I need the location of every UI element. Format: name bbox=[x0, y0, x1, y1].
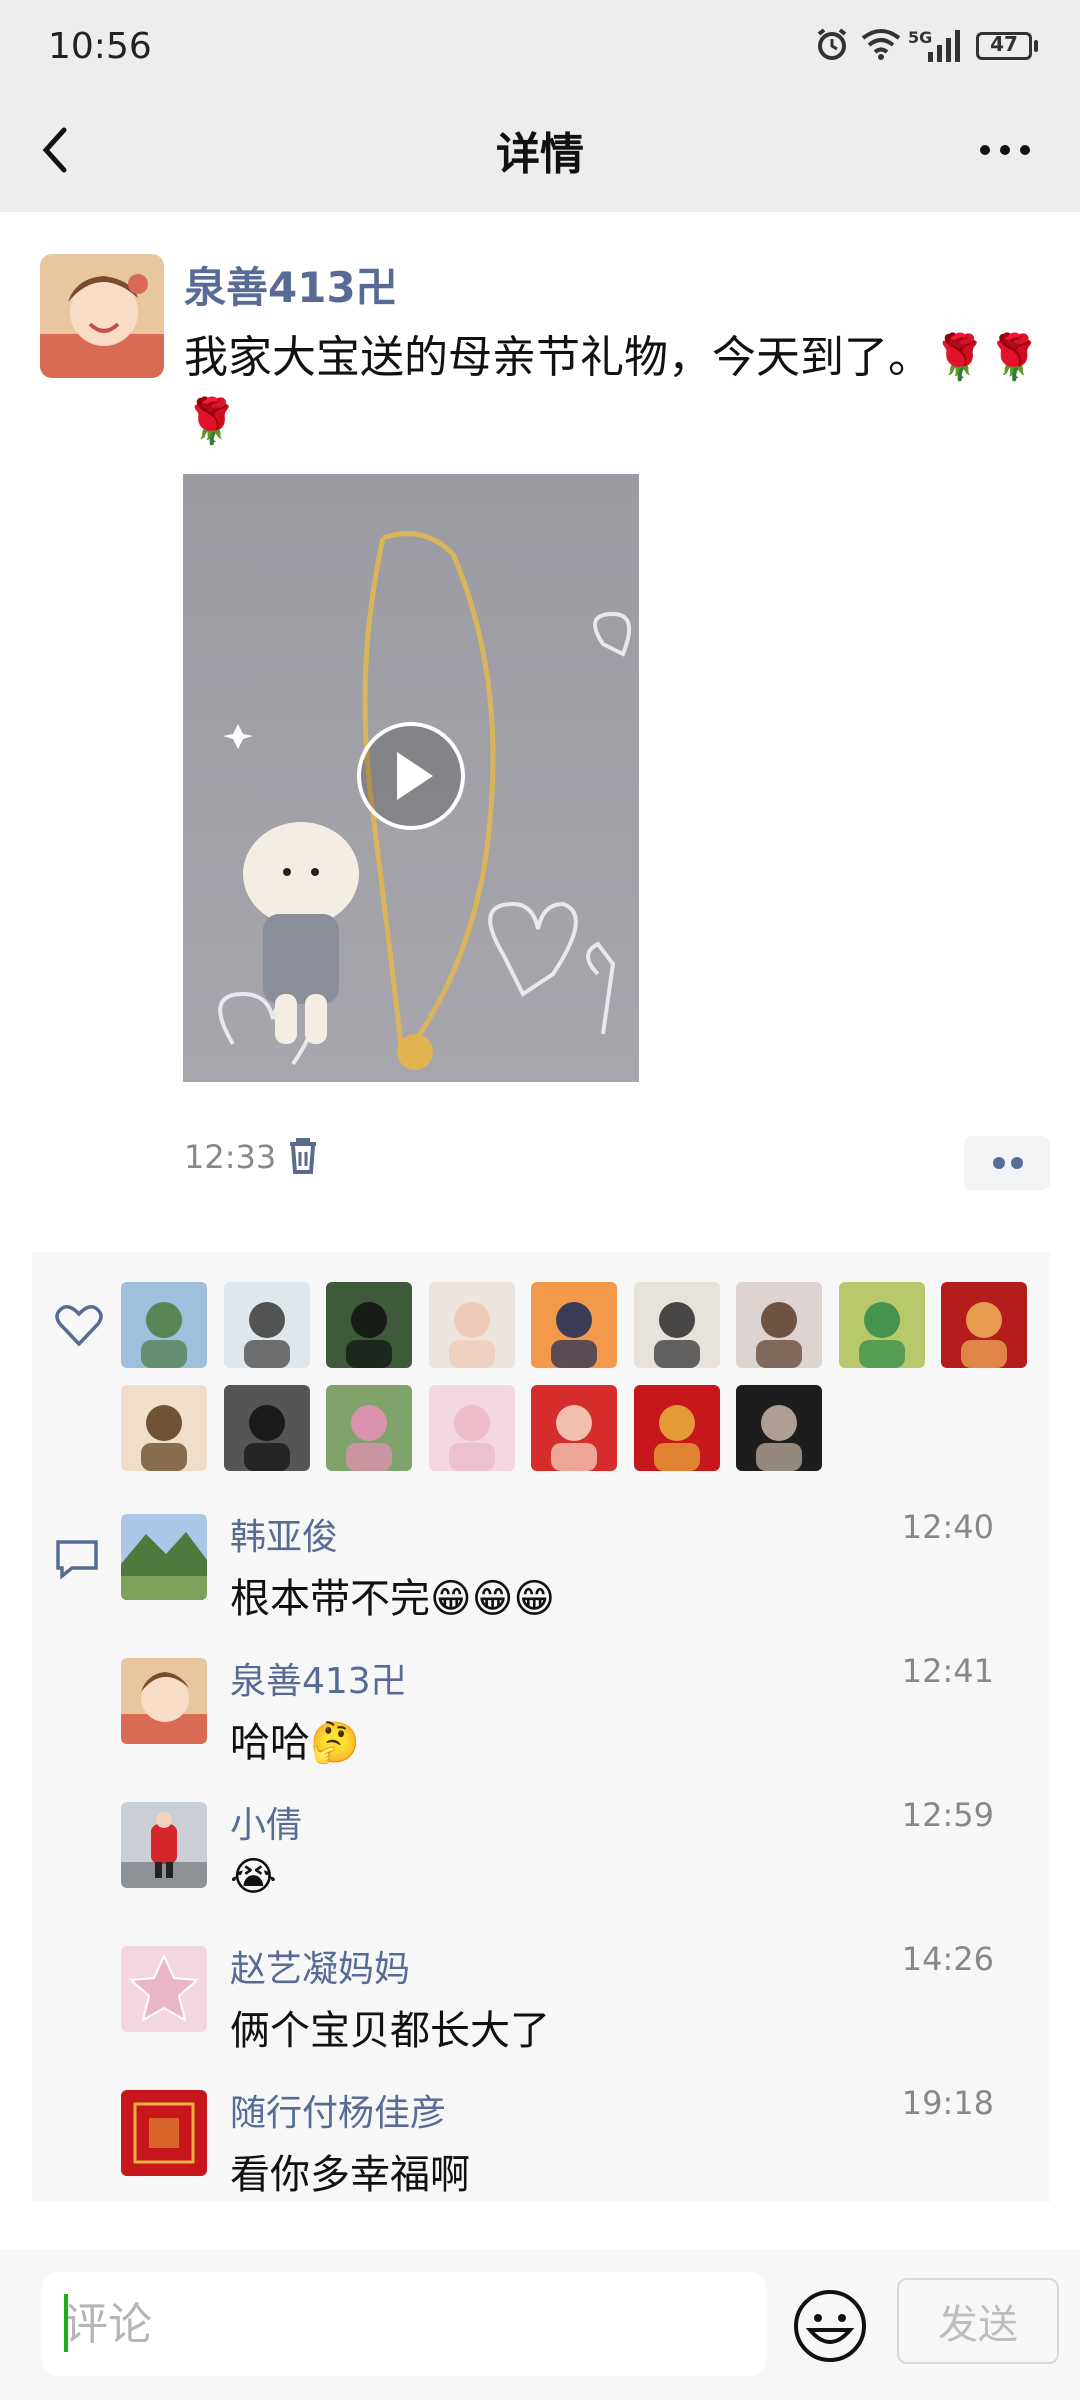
battery-tip bbox=[1034, 40, 1038, 52]
page-title: 详情 bbox=[496, 129, 584, 180]
comment-text: 看你多幸福啊 bbox=[230, 2152, 470, 2198]
comment-item[interactable]: 韩亚俊 12:40 根本带不完😁😁😁 bbox=[0, 1508, 1080, 1652]
commenter-name[interactable]: 泉善413卍 bbox=[230, 1652, 407, 1704]
comment-text: 😭 bbox=[230, 1854, 277, 1900]
comment-time: 12:40 bbox=[901, 1508, 994, 1546]
post-time: 12:33 bbox=[184, 1138, 277, 1176]
comment-text: 哈哈🤔 bbox=[230, 1720, 360, 1766]
more-options-icon[interactable] bbox=[970, 120, 1040, 180]
comment-time: 14:26 bbox=[901, 1940, 994, 1978]
liker-avatar[interactable] bbox=[633, 1385, 720, 1471]
liker-avatar[interactable] bbox=[736, 1282, 822, 1368]
commenter-name[interactable]: 随行付杨佳彦 bbox=[230, 2084, 446, 2136]
battery-icon: 47 bbox=[976, 32, 1032, 60]
liker-avatar[interactable] bbox=[326, 1282, 412, 1368]
comment-item[interactable]: 小倩 12:59 😭 bbox=[0, 1796, 1080, 1940]
liker-avatar[interactable] bbox=[633, 1282, 720, 1368]
commenter-name[interactable]: 韩亚俊 bbox=[230, 1508, 338, 1560]
comment-item[interactable]: 随行付杨佳彦 19:18 看你多幸福啊 bbox=[0, 2084, 1080, 2228]
comment-item[interactable]: 赵艺凝妈妈 14:26 俩个宝贝都长大了 bbox=[0, 1940, 1080, 2084]
liker-avatar[interactable] bbox=[736, 1385, 822, 1471]
commenter-name[interactable]: 小倩 bbox=[230, 1796, 302, 1848]
liker-avatar[interactable] bbox=[121, 1282, 207, 1368]
commenter-avatar[interactable] bbox=[121, 1802, 207, 1888]
signal-icon bbox=[928, 30, 960, 62]
liker-avatar[interactable] bbox=[428, 1282, 515, 1368]
wifi-icon bbox=[861, 29, 901, 60]
liker-avatar[interactable] bbox=[223, 1282, 310, 1368]
commenter-avatar[interactable] bbox=[121, 1946, 207, 2032]
liker-avatar[interactable] bbox=[941, 1282, 1027, 1368]
text-cursor bbox=[64, 2294, 68, 2352]
commenter-avatar[interactable] bbox=[121, 1658, 207, 1744]
liker-avatar[interactable] bbox=[531, 1282, 617, 1368]
comment-time: 19:18 bbox=[901, 2084, 994, 2122]
post-video-thumbnail[interactable] bbox=[183, 474, 639, 1082]
send-button[interactable]: 发送 bbox=[897, 2278, 1059, 2364]
status-bar bbox=[0, 0, 1080, 96]
comment-text: 根本带不完😁😁😁 bbox=[230, 1576, 556, 1622]
comment-item[interactable]: 泉善413卍 12:41 哈哈🤔 bbox=[0, 1652, 1080, 1796]
status-time: 10:56 bbox=[48, 26, 152, 67]
post-author-avatar[interactable] bbox=[40, 254, 164, 378]
commenter-name[interactable]: 赵艺凝妈妈 bbox=[230, 1940, 410, 1992]
comment-time: 12:59 bbox=[901, 1796, 994, 1834]
commenter-avatar[interactable] bbox=[121, 1514, 207, 1600]
post-text: 我家大宝送的母亲节礼物，今天到了。🌹🌹🌹 bbox=[184, 332, 1042, 447]
liker-avatar[interactable] bbox=[326, 1385, 412, 1471]
like-comment-menu-button[interactable] bbox=[964, 1136, 1050, 1190]
battery-level: 47 bbox=[990, 32, 1018, 56]
alarm-icon bbox=[817, 28, 847, 60]
liker-avatar[interactable] bbox=[838, 1282, 925, 1368]
liker-avatar[interactable] bbox=[121, 1385, 207, 1471]
liker-avatar[interactable] bbox=[531, 1385, 617, 1471]
comment-input[interactable] bbox=[42, 2272, 766, 2376]
post-author-name[interactable]: 泉善413卍 bbox=[184, 254, 398, 315]
trash-icon[interactable] bbox=[286, 1136, 320, 1176]
comment-text: 俩个宝贝都长大了 bbox=[230, 2008, 550, 2054]
comment-time: 12:41 bbox=[901, 1652, 994, 1690]
emoji-icon[interactable] bbox=[792, 2288, 868, 2364]
liker-avatar[interactable] bbox=[428, 1385, 515, 1471]
heart-outline-icon bbox=[55, 1305, 103, 1347]
commenter-avatar[interactable] bbox=[121, 2090, 207, 2176]
liker-avatar[interactable] bbox=[223, 1385, 310, 1471]
two-dots-icon bbox=[993, 1157, 1023, 1169]
